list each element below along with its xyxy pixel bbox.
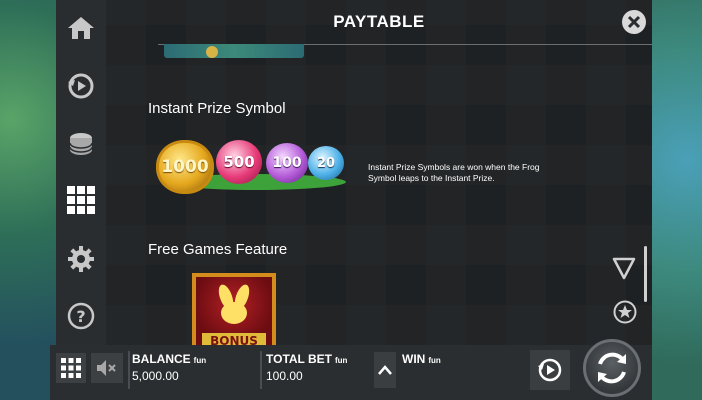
balance-value: 5,000.00 [132,369,179,383]
coins-icon[interactable] [65,128,97,160]
spin-arrows-icon [598,352,626,384]
autoplay-button[interactable] [530,350,570,390]
game-background-right [652,0,702,400]
history-icon[interactable] [65,70,97,102]
paytable-grid-icon[interactable] [65,184,97,216]
star-icon[interactable] [613,300,637,324]
prize-coin-100: 100 [266,143,308,183]
total-bet-value: 100.00 [266,369,303,383]
prize-coin-500: 500 [216,140,262,184]
paytable-content: PAYTABLE Instant Prize Symbol 20 100 500… [106,0,652,345]
chevron-up-icon [378,365,392,375]
sound-toggle-button[interactable] [91,353,123,383]
spin-button[interactable] [583,339,641,397]
close-button[interactable] [622,10,646,34]
win-label: WIN fun [402,352,441,366]
bunny-icon [218,284,250,324]
prize-coin-20: 20 [308,146,344,180]
previous-symbol-preview [164,44,304,58]
scrollbar[interactable] [644,246,647,302]
help-icon[interactable]: ? [65,300,97,332]
instant-prize-description: Instant Prize Symbols are won when the F… [368,162,540,183]
autoplay-icon [538,358,562,382]
page-title: PAYTABLE [333,12,425,31]
bottom-bar: BALANCE fun 5,000.00 TOTAL BET fun 100.00 … [50,339,652,400]
bonus-symbol: BONUS [192,273,276,345]
sidebar: ? [56,0,106,345]
instant-prize-heading: Instant Prize Symbol [148,100,286,117]
game-background-left [0,0,56,400]
close-icon [627,15,641,29]
total-bet-label: TOTAL BET fun [266,352,348,366]
mute-icon [97,360,116,376]
balance-label: BALANCE fun [132,352,207,366]
bet-expand-button[interactable] [374,352,396,388]
menu-button[interactable] [56,353,86,383]
grid-icon [61,358,81,378]
bar-divider [260,351,262,389]
bonus-label: BONUS [202,333,266,345]
home-icon[interactable] [65,12,97,44]
shield-icon[interactable] [612,256,636,280]
gear-icon[interactable] [65,243,97,275]
prize-coin-1000: 1000 [156,140,214,194]
bar-divider [128,351,130,389]
svg-text:?: ? [76,307,85,326]
free-games-heading: Free Games Feature [148,241,288,258]
